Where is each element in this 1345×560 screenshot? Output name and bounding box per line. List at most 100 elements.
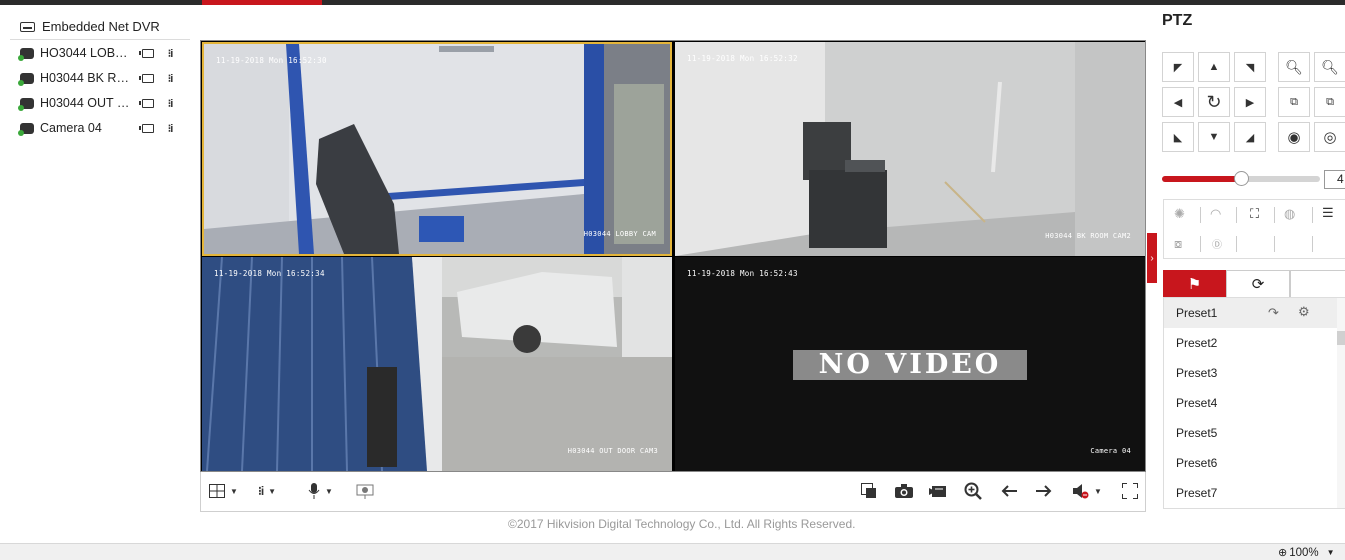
camera-icon (895, 484, 913, 498)
tab-presets[interactable]: ⚑ (1163, 270, 1226, 298)
osd-timestamp: 11-19-2018 Mon 16:52:32 (687, 54, 798, 63)
video-tile-4[interactable]: 11-19-2018 Mon 16:52:43 NO VIDEO Camera … (675, 257, 1145, 471)
capture-button[interactable] (895, 481, 913, 501)
zoom-out-icon: 🔍︎ (1285, 58, 1303, 75)
iris-open-icon: ◉ (1287, 129, 1301, 146)
arrow-left-icon (1001, 485, 1017, 497)
preset-item[interactable]: Preset5 (1164, 418, 1345, 448)
preset-label: Preset3 (1176, 366, 1218, 380)
osd-camera-name: H03044 LOBBY CAM (583, 230, 656, 238)
iris-open-button[interactable]: ◉ (1278, 122, 1310, 152)
video-tile-1[interactable]: 11-19-2018 Mon 16:52:30 H03044 LOBBY CAM (202, 42, 672, 256)
arrow-up-left-icon: ◤ (1173, 61, 1183, 74)
record-all-button[interactable] (929, 481, 947, 501)
manual-tracking-icon[interactable]: ⧇ (1174, 236, 1182, 252)
preset-scrollbar[interactable] (1337, 298, 1345, 508)
camera-online-icon (18, 72, 34, 86)
tab-pattern[interactable] (1290, 270, 1345, 298)
light-icon[interactable]: ✺ (1174, 206, 1185, 222)
slider-fill (1162, 176, 1241, 182)
ezoom-button[interactable] (356, 481, 374, 501)
osd-camera-name: Camera 04 (1090, 447, 1131, 455)
slider-handle[interactable] (1234, 171, 1249, 186)
osd-timestamp: 11-19-2018 Mon 16:52:43 (687, 269, 798, 278)
arrow-down-icon: ▼ (1208, 131, 1220, 143)
dvr-icon (20, 21, 35, 32)
pan-down-button[interactable]: ▼ (1198, 122, 1230, 152)
chevron-down-icon: ▼ (1326, 548, 1335, 557)
auto-focus-icon[interactable]: ⛶ (1250, 206, 1259, 222)
ptz-speed-slider[interactable] (1162, 171, 1320, 186)
preset-label: Preset6 (1176, 456, 1218, 470)
ptz-sequence-icon[interactable]: ⁝i (164, 73, 176, 85)
microphone-icon (308, 483, 320, 499)
preset-item[interactable]: Preset3 (1164, 358, 1345, 388)
record-icon[interactable] (139, 48, 154, 58)
grid-layout-icon (209, 484, 225, 498)
pan-left-button[interactable]: ◀ (1162, 87, 1194, 117)
audio-volume-button[interactable]: ▼ (1073, 481, 1102, 501)
gear-icon[interactable]: ⚙ (1298, 304, 1310, 320)
tree-root-dvr[interactable]: Embedded Net DVR (10, 14, 190, 40)
chevron-down-icon: ▼ (230, 486, 238, 496)
window-layout-button[interactable]: ▼ (209, 481, 238, 501)
refresh-icon: ⟳ (1251, 276, 1265, 293)
pan-up-right-button[interactable]: ◥ (1234, 52, 1266, 82)
two-way-audio-button[interactable]: ▼ (308, 481, 333, 501)
preset-item[interactable]: Preset7 (1164, 478, 1345, 508)
video-tile-3[interactable]: 11-19-2018 Mon 16:52:34 H03044 OUT DOOR … (202, 257, 672, 471)
preset-item[interactable]: Preset2 (1164, 328, 1345, 358)
zoom-in-icon (964, 482, 982, 500)
arrow-up-icon: ▲ (1208, 61, 1220, 73)
call-preset-icon[interactable]: ↷ (1268, 305, 1279, 321)
fullscreen-button[interactable] (1122, 481, 1138, 501)
stop-all-preview-button[interactable] (861, 481, 877, 501)
preset-item[interactable]: Preset6 (1164, 448, 1345, 478)
pan-down-right-button[interactable]: ◢ (1234, 122, 1266, 152)
lens-init-icon[interactable]: ◍ (1284, 206, 1295, 222)
digital-zoom-button[interactable] (964, 481, 982, 501)
video-tile-2[interactable]: 11-19-2018 Mon 16:52:32 H03044 BK ROOM C… (675, 42, 1145, 256)
video-record-icon (929, 486, 946, 497)
collapse-ptz-panel-button[interactable]: › (1147, 233, 1157, 283)
tab-patrol[interactable]: ⟳ (1226, 270, 1290, 298)
record-icon[interactable] (139, 123, 154, 133)
record-icon[interactable] (139, 73, 154, 83)
auto-pan-button[interactable]: ↻ (1198, 87, 1230, 117)
next-page-button[interactable] (1036, 481, 1052, 501)
pan-down-left-button[interactable]: ◣ (1162, 122, 1194, 152)
preset-item[interactable]: Preset4 (1164, 388, 1345, 418)
wiper-icon[interactable]: ◠ (1210, 206, 1221, 222)
arrow-down-right-icon: ◢ (1245, 131, 1255, 144)
focus-near-button[interactable]: ⧉ (1278, 87, 1310, 117)
record-icon[interactable] (139, 98, 154, 108)
tree-camera-1[interactable]: HO3044 LOBBY CAM ⁝i (10, 41, 190, 65)
ptz-sequence-icon[interactable]: ⁝i (164, 123, 176, 135)
tree-camera-2[interactable]: H03044 BK ROOM CAM2 ⁝i (10, 66, 190, 90)
ptz-sequence-icon[interactable]: ⁝i (164, 48, 176, 60)
pan-right-button[interactable]: ▶ (1234, 87, 1266, 117)
zoom-in-button[interactable]: 🔍︎ (1314, 52, 1345, 82)
focus-far-button[interactable]: ⧉ (1314, 87, 1345, 117)
pan-up-button[interactable]: ▲ (1198, 52, 1230, 82)
3d-positioning-icon[interactable]: Ⓓ (1212, 236, 1222, 251)
tree-camera-3[interactable]: H03044 OUT DOOR CAM3 ⁝i (10, 91, 190, 115)
stream-type-button[interactable]: ⁝i ▼ (258, 481, 276, 501)
scrollbar-thumb[interactable] (1337, 331, 1345, 345)
focus-near-icon: ⧉ (1290, 95, 1298, 108)
active-nav-tab[interactable] (202, 0, 322, 5)
previous-page-button[interactable] (1001, 481, 1017, 501)
ptz-sequence-icon[interactable]: ⁝i (164, 98, 176, 110)
tree-camera-4[interactable]: Camera 04 ⁝i (10, 116, 190, 140)
arrow-left-icon: ◀ (1173, 96, 1183, 109)
iris-close-button[interactable]: ◎ (1314, 122, 1345, 152)
camera-name: Camera 04 (40, 121, 102, 135)
preset-label: Preset1 (1176, 306, 1218, 320)
browser-zoom[interactable]: ⊕ 100% ▼ (1278, 546, 1335, 560)
arrow-up-right-icon: ◥ (1245, 61, 1255, 74)
preset-list: Preset1 ↷ ⚙ Preset2 Preset3 Preset4 Pres… (1163, 297, 1345, 509)
preset-item[interactable]: Preset1 ↷ ⚙ (1164, 298, 1345, 328)
menu-icon[interactable]: ☰ (1322, 205, 1334, 221)
zoom-out-button[interactable]: 🔍︎ (1278, 52, 1310, 82)
pan-up-left-button[interactable]: ◤ (1162, 52, 1194, 82)
